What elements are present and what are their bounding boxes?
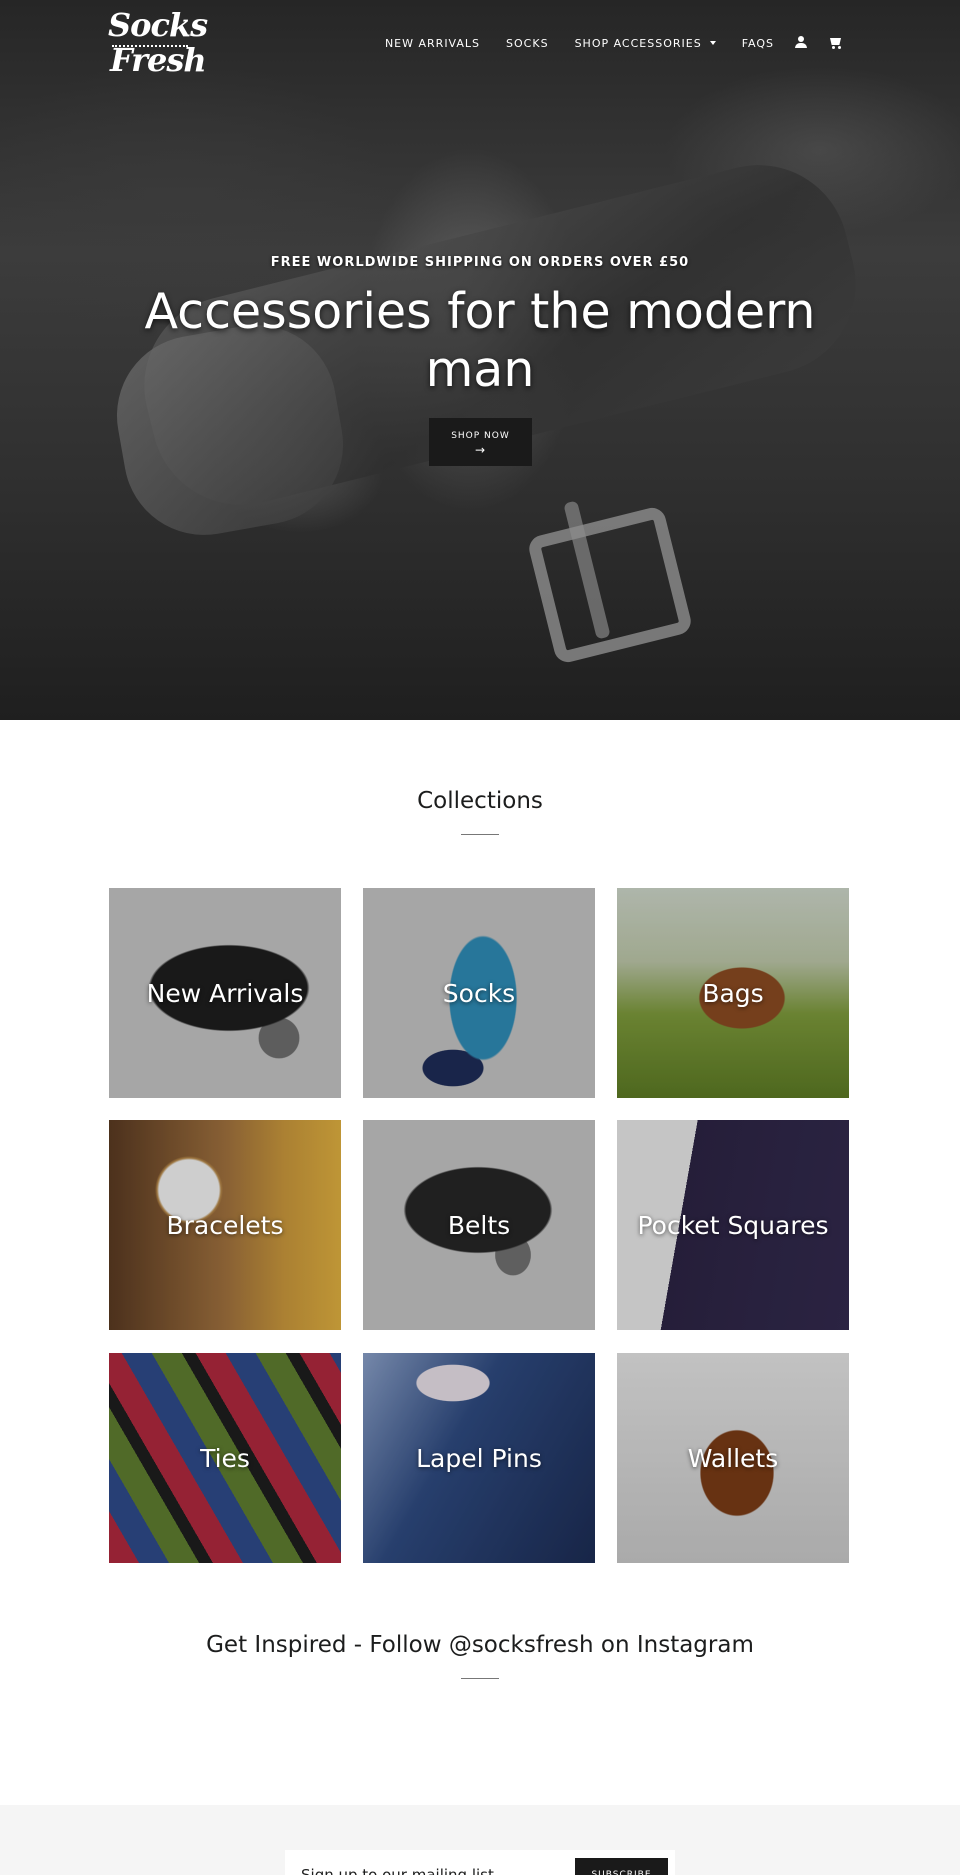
logo-line-2: Fresh (110, 41, 207, 79)
nav-item-socks[interactable]: SOCKS (506, 37, 549, 50)
collection-tile-pocket-squares[interactable]: Pocket Squares (617, 1120, 849, 1330)
shop-now-button[interactable]: SHOP NOW → (429, 418, 532, 466)
collection-tile-wallets[interactable]: Wallets (617, 1353, 849, 1563)
collection-label: Bracelets (166, 1210, 284, 1240)
chevron-down-icon (709, 41, 716, 45)
collection-label: Bags (702, 978, 764, 1008)
site-logo[interactable]: Socks Fresh (108, 6, 208, 84)
collection-tile-bags[interactable]: Bags (617, 888, 849, 1098)
collection-label: Ties (200, 1443, 250, 1473)
instagram-divider (461, 1678, 499, 1679)
nav-item-new-arrivals[interactable]: NEW ARRIVALS (385, 37, 480, 50)
collection-tile-socks[interactable]: Socks (363, 888, 595, 1098)
cart-icon-wheel (832, 46, 835, 49)
newsletter-form: SUBSCRIBE (285, 1850, 675, 1875)
collection-label: Belts (447, 1210, 511, 1240)
collection-tile-new-arrivals[interactable]: New Arrivals (109, 888, 341, 1098)
hero-subtitle: FREE WORLDWIDE SHIPPING ON ORDERS OVER £… (270, 255, 690, 270)
collection-tile-ties[interactable]: Ties (109, 1353, 341, 1563)
user-icon-head (798, 36, 804, 42)
arrow-right-icon: → (474, 443, 487, 457)
nav-item-faqs[interactable]: FAQS (742, 37, 774, 50)
main-nav: NEW ARRIVALS SOCKS SHOP ACCESSORIES FAQS (385, 36, 842, 50)
user-icon[interactable] (794, 36, 808, 50)
newsletter-email-input[interactable] (301, 1864, 551, 1875)
collection-label: Pocket Squares (637, 1210, 829, 1240)
logo-line-1: Socks (108, 6, 208, 44)
cart-icon-wheel (838, 46, 841, 49)
collection-label: Socks (442, 978, 516, 1008)
shop-now-label: SHOP NOW (451, 431, 510, 441)
user-icon-body (795, 43, 807, 48)
collection-label: New Arrivals (146, 978, 304, 1008)
collection-tile-bracelets[interactable]: Bracelets (109, 1120, 341, 1330)
hero-image-buckle (526, 504, 694, 666)
hero-title: Accessories for the modern man (144, 283, 816, 398)
subscribe-button[interactable]: SUBSCRIBE (575, 1858, 668, 1875)
collections-divider (461, 834, 499, 835)
nav-item-shop-accessories-label: SHOP ACCESSORIES (574, 36, 702, 50)
collection-tile-lapel-pins[interactable]: Lapel Pins (363, 1353, 595, 1563)
logo-divider (112, 45, 188, 47)
collections-heading: Collections (417, 788, 543, 814)
nav-item-shop-accessories[interactable]: SHOP ACCESSORIES (575, 37, 716, 50)
cart-icon[interactable] (828, 36, 842, 50)
collection-label: Lapel Pins (416, 1443, 542, 1473)
collection-label: Wallets (687, 1443, 779, 1473)
cart-icon-basket (830, 38, 841, 45)
collection-tile-belts[interactable]: Belts (363, 1120, 595, 1330)
instagram-heading: Get Inspired - Follow @socksfresh on Ins… (206, 1632, 754, 1658)
hero-banner: Socks Fresh NEW ARRIVALS SOCKS SHOP ACCE… (0, 0, 960, 720)
